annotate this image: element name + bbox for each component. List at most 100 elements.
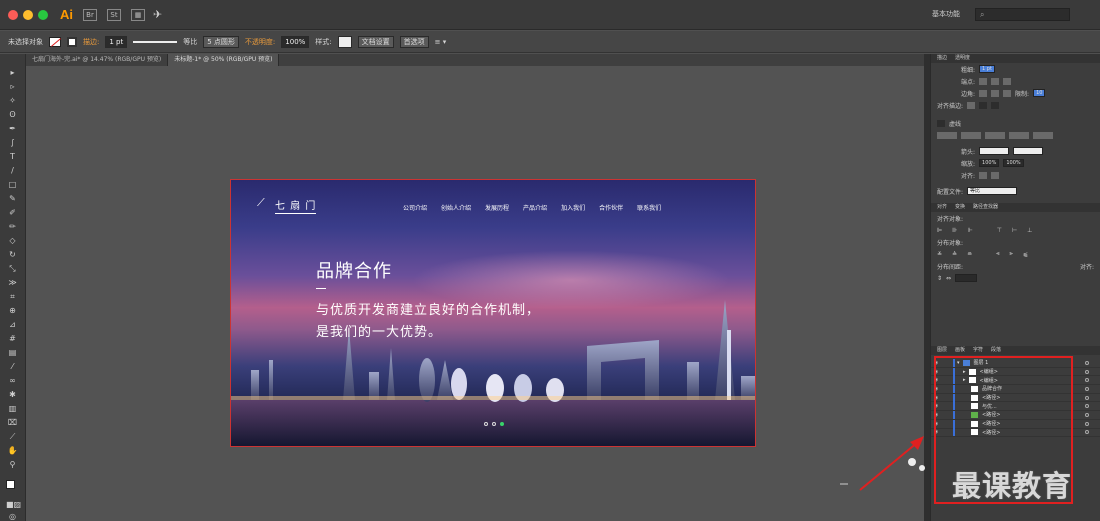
align-bottom-icon[interactable]: ⊥ xyxy=(1027,227,1032,234)
gap-field[interactable] xyxy=(961,131,981,139)
scale-start-field[interactable]: 100% xyxy=(979,159,1000,167)
uniform-label[interactable]: 等比 xyxy=(183,37,197,47)
zoom-tool-icon[interactable]: ⚲ xyxy=(6,460,19,469)
artboard[interactable]: ⟋ 七 扇 门 公司介绍 创始人介绍 发展历程 产品介绍 加入我们 合作伙伴 联… xyxy=(230,179,756,447)
tab-artboards[interactable]: 画板 xyxy=(955,346,965,355)
document-setup-button[interactable]: 文档设置 xyxy=(357,35,394,48)
align-center-icon[interactable] xyxy=(967,101,976,109)
arrow-tip-icon[interactable] xyxy=(979,171,988,179)
square-cap-icon[interactable] xyxy=(1003,77,1012,85)
distribute-vcenter-icon[interactable]: ≙ xyxy=(952,251,957,258)
shape-builder-tool-icon[interactable]: ⊕ xyxy=(6,306,19,315)
opacity-field[interactable]: 100% xyxy=(281,35,310,48)
zoom-window-button[interactable] xyxy=(38,9,48,20)
line-tool-icon[interactable]: / xyxy=(6,166,19,175)
dash-checkbox[interactable] xyxy=(937,119,945,127)
mesh-tool-icon[interactable]: # xyxy=(6,334,19,343)
stroke-label[interactable]: 描边: xyxy=(83,37,99,47)
distribute-hcenter-icon[interactable]: ⫸ xyxy=(1009,250,1012,258)
minimize-window-button[interactable] xyxy=(23,9,33,20)
arrange-documents-icon[interactable]: ▦ xyxy=(131,8,145,21)
blend-tool-icon[interactable]: ∞ xyxy=(6,376,19,385)
gradient-tool-icon[interactable]: ▤ xyxy=(6,348,19,357)
stroke-weight-field[interactable]: 1 pt xyxy=(105,35,128,48)
weight-field[interactable]: 1 pt xyxy=(979,65,995,73)
target-circle-icon[interactable] xyxy=(1085,395,1089,400)
tab-stroke[interactable]: 描边 xyxy=(937,54,947,63)
magic-wand-tool-icon[interactable]: ✧ xyxy=(6,96,19,105)
round-cap-icon[interactable] xyxy=(991,77,1000,85)
bridge-icon[interactable]: Br xyxy=(83,8,97,21)
end-arrow-select[interactable] xyxy=(1013,147,1044,155)
target-circle-icon[interactable] xyxy=(1085,378,1089,383)
symbol-sprayer-tool-icon[interactable]: ✱ xyxy=(6,390,19,399)
close-window-button[interactable] xyxy=(8,9,18,20)
distribute-left-icon[interactable]: ⫷ xyxy=(996,250,999,258)
vertical-spacing-icon[interactable]: ⇕ xyxy=(937,275,942,282)
workspace-switcher[interactable]: 基本功能 xyxy=(932,9,960,19)
profile-select[interactable]: 等比 xyxy=(967,187,1018,195)
stock-icon[interactable]: St xyxy=(107,8,121,21)
shaper-tool-icon[interactable]: ✐ xyxy=(6,208,19,217)
miter-join-icon[interactable] xyxy=(979,89,988,97)
column-graph-tool-icon[interactable]: ▥ xyxy=(6,404,19,413)
align-left-icon[interactable]: ⊫ xyxy=(937,227,942,234)
tab-pathfinder[interactable]: 路径查找器 xyxy=(973,203,998,212)
target-circle-icon[interactable] xyxy=(1085,430,1089,435)
rectangle-tool-icon[interactable]: □ xyxy=(6,180,19,189)
horizontal-spacing-icon[interactable]: ⇔ xyxy=(946,275,951,282)
dash-field[interactable] xyxy=(985,131,1005,139)
target-circle-icon[interactable] xyxy=(1085,369,1089,374)
arrow-end-icon[interactable] xyxy=(991,171,1000,179)
eyedropper-tool-icon[interactable]: ⁄ xyxy=(6,362,19,371)
gpu-rocket-icon[interactable]: ✈ xyxy=(153,8,162,21)
document-tab[interactable]: 七扇门海外-完.ai* @ 14.47% (RGB/GPU 预览) xyxy=(26,54,169,66)
rotate-tool-icon[interactable]: ↻ xyxy=(6,250,19,259)
round-join-icon[interactable] xyxy=(991,89,1000,97)
more-options-icon[interactable]: ≡ ▾ xyxy=(435,38,447,46)
bevel-join-icon[interactable] xyxy=(1003,89,1012,97)
pencil-tool-icon[interactable]: ✏ xyxy=(6,222,19,231)
artboard-tool-icon[interactable]: ⌧ xyxy=(6,418,19,427)
brush-definition-field[interactable]: 5 点圆形 xyxy=(203,35,239,48)
distribute-right-icon[interactable]: ⫹ xyxy=(1023,251,1028,258)
align-vcenter-icon[interactable]: ⊢ xyxy=(1012,227,1017,234)
distribute-top-icon[interactable]: ≚ xyxy=(937,251,942,258)
type-tool-icon[interactable]: T xyxy=(6,152,19,161)
tab-layers[interactable]: 图层 xyxy=(937,346,947,355)
limit-field[interactable]: 10 xyxy=(1033,89,1046,97)
style-swatch[interactable] xyxy=(337,35,352,48)
butt-cap-icon[interactable] xyxy=(979,77,988,85)
color-mode-icon[interactable]: ■▨ xyxy=(6,500,21,509)
lasso-tool-icon[interactable]: ʘ xyxy=(6,110,19,119)
stroke-swatch[interactable] xyxy=(67,36,77,47)
hand-tool-icon[interactable]: ✋ xyxy=(6,446,19,455)
tab-transparency[interactable]: 透明度 xyxy=(955,54,970,63)
pen-tool-icon[interactable]: ✒ xyxy=(6,124,19,133)
scale-end-field[interactable]: 100% xyxy=(1003,159,1024,167)
opacity-label[interactable]: 不透明度: xyxy=(245,37,275,47)
search-input[interactable]: ⌕ xyxy=(975,8,1070,21)
eraser-tool-icon[interactable]: ◇ xyxy=(6,236,19,245)
target-circle-icon[interactable] xyxy=(1085,412,1089,417)
dash-field[interactable] xyxy=(1033,131,1053,139)
distribute-bottom-icon[interactable]: ≘ xyxy=(967,251,972,258)
target-circle-icon[interactable] xyxy=(1085,404,1089,409)
draw-mode-icon[interactable]: ◎ xyxy=(6,512,19,521)
fill-stroke-widget[interactable] xyxy=(6,480,19,493)
scale-tool-icon[interactable]: ⤡ xyxy=(6,264,19,273)
free-transform-tool-icon[interactable]: ⌗ xyxy=(6,292,19,301)
preferences-button[interactable]: 首选项 xyxy=(399,35,429,48)
align-inside-icon[interactable] xyxy=(979,101,988,109)
dash-field[interactable] xyxy=(937,131,957,139)
fill-swatch[interactable] xyxy=(49,36,61,47)
curvature-tool-icon[interactable]: ∫ xyxy=(6,138,19,147)
start-arrow-select[interactable] xyxy=(979,147,1010,155)
direct-selection-tool-icon[interactable]: ▹ xyxy=(6,82,19,91)
tab-transform[interactable]: 变换 xyxy=(955,203,965,212)
selection-tool-icon[interactable]: ▸ xyxy=(6,68,19,77)
align-top-icon[interactable]: ⊤ xyxy=(997,227,1002,234)
slice-tool-icon[interactable]: ⟋ xyxy=(6,432,19,441)
target-circle-icon[interactable] xyxy=(1085,421,1089,426)
target-circle-icon[interactable] xyxy=(1085,360,1089,365)
